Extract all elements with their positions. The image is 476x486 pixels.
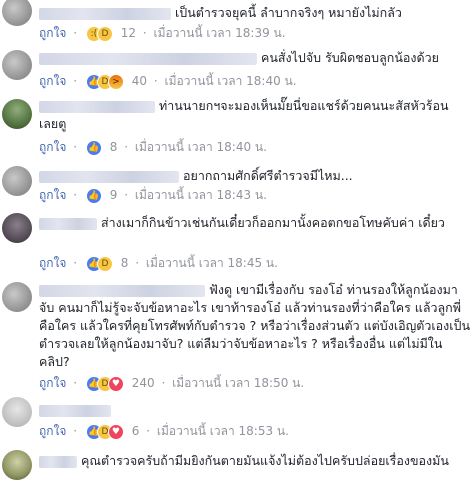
comment-body — [39, 401, 471, 419]
timestamp[interactable]: เมื่อวานนี้ เวลา 18:40 น. — [135, 140, 267, 154]
reactions[interactable]: 👍 D ♥ — [85, 424, 124, 440]
commenter-name-blurred[interactable] — [39, 170, 179, 183]
avatar[interactable] — [2, 99, 32, 129]
commenter-name-blurred[interactable] — [39, 7, 171, 20]
comment-body: ท่านนายกฯจะมองเห็นมั๊ยนี่ขอแชร์ด้วยคนนะส… — [39, 97, 471, 133]
like-link[interactable]: ถูกใจ — [39, 26, 66, 40]
reactions[interactable]: 👍 — [85, 188, 102, 204]
timestamp[interactable]: เมื่อวานนี้ เวลา 18:50 น. — [172, 376, 304, 390]
separator: · — [146, 424, 151, 438]
reaction-count[interactable]: 9 — [110, 188, 118, 202]
reaction-count[interactable]: 8 — [110, 140, 118, 154]
comment-body: อยากถามศักดิ์ศรีตำรวจมีไหม... — [39, 167, 471, 185]
like-link[interactable]: ถูกใจ — [39, 424, 66, 438]
separator: · — [124, 140, 129, 154]
like-link[interactable]: ถูกใจ — [39, 376, 66, 390]
timestamp[interactable]: เมื่อวานนี้ เวลา 18:39 น. — [154, 26, 286, 40]
comment-meta: ถูกใจ · 👍 D > 40 · เมื่อวานนี้ เวลา 18:40 … — [39, 73, 297, 90]
haha-icon: D — [96, 26, 113, 42]
timestamp[interactable]: เมื่อวานนี้ เวลา 18:45 น. — [146, 256, 278, 270]
separator: · — [135, 256, 140, 270]
commenter-name-blurred[interactable] — [39, 52, 257, 65]
reaction-count[interactable]: 12 — [121, 26, 136, 40]
reactions[interactable]: 👍 D > — [85, 74, 124, 90]
like-link[interactable]: ถูกใจ — [39, 256, 66, 270]
comment-text: คนสั่งไปจับ รับผิดชอบลูกน้องด้วย — [261, 50, 439, 65]
comment-meta: ถูกใจ · 👍 D ♥ 6 · เมื่อวานนี้ เวลา 18:53 น… — [39, 423, 289, 440]
love-icon: ♥ — [107, 424, 124, 440]
like-link[interactable]: ถูกใจ — [39, 74, 66, 88]
separator: · — [73, 74, 78, 88]
separator: · — [73, 424, 78, 438]
timestamp[interactable]: เมื่อวานนี้ เวลา 18:40 น. — [165, 74, 297, 88]
like-icon: 👍 — [85, 188, 102, 204]
separator: · — [73, 26, 78, 40]
comment-text: คุณตำรวจครับถ้ามีมยิงกันตายมันแจ้งไม่ต้อ… — [81, 453, 449, 468]
comment-body: เป็นตำรวจยุคนี้ ลำบากจริงๆ หมายังไม่กลัว — [39, 4, 471, 22]
commenter-name-blurred[interactable] — [39, 284, 205, 297]
comment-body: ส่างเมาก็กินข้าวเช่นกันเดี๋ยวก็ออกมานั้ง… — [39, 214, 471, 232]
avatar[interactable] — [2, 0, 32, 26]
separator: · — [73, 376, 78, 390]
reactions[interactable]: 👍 — [85, 140, 102, 156]
comment-text: ส่างเมาก็กินข้าวเช่นกันเดี๋ยวก็ออกมานั้ง… — [101, 215, 445, 230]
timestamp[interactable]: เมื่อวานนี้ เวลา 18:53 น. — [157, 424, 289, 438]
comment-meta: ถูกใจ · 👍 9 · เมื่อวานนี้ เวลา 18:43 น. — [39, 187, 267, 204]
haha-icon: D — [96, 256, 113, 272]
separator: · — [124, 188, 129, 202]
separator: · — [73, 140, 78, 154]
comment-body: คนสั่งไปจับ รับผิดชอบลูกน้องด้วย — [39, 49, 471, 67]
comment-meta: ถูกใจ · 👍 D 8 · เมื่อวานนี้ เวลา 18:45 น. — [39, 255, 278, 272]
avatar[interactable] — [2, 213, 32, 243]
avatar[interactable] — [2, 166, 32, 196]
commenter-name-blurred[interactable] — [39, 217, 97, 230]
comment-body: ฟังดู เขามีเรื่องกับ รองโอ๋ ท่านรองให้ลู… — [39, 281, 471, 371]
angry-icon: > — [107, 74, 124, 90]
love-icon: ♥ — [107, 376, 124, 392]
like-link[interactable]: ถูกใจ — [39, 188, 66, 202]
avatar[interactable] — [2, 397, 32, 427]
separator: · — [161, 376, 166, 390]
reactions[interactable]: 👍 D — [85, 256, 113, 272]
separator: · — [142, 26, 147, 40]
comment-meta: ถูกใจ · 👍 8 · เมื่อวานนี้ เวลา 18:40 น. — [39, 139, 267, 156]
reactions[interactable]: 👍 D ♥ — [85, 376, 124, 392]
separator: · — [73, 188, 78, 202]
commenter-name-blurred[interactable] — [39, 455, 77, 468]
commenter-name-blurred[interactable] — [39, 404, 111, 417]
reaction-count[interactable]: 40 — [132, 74, 147, 88]
reactions[interactable]: :(D — [85, 26, 113, 42]
avatar[interactable] — [2, 450, 32, 480]
avatar[interactable] — [2, 50, 32, 80]
separator: · — [153, 74, 158, 88]
reaction-count[interactable]: 240 — [132, 376, 155, 390]
reaction-count[interactable]: 6 — [132, 424, 140, 438]
commenter-name-blurred[interactable] — [39, 100, 155, 113]
comment-meta: ถูกใจ · 👍 D ♥ 240 · เมื่อวานนี้ เวลา 18:50… — [39, 375, 304, 392]
like-link[interactable]: ถูกใจ — [39, 140, 66, 154]
timestamp[interactable]: เมื่อวานนี้ เวลา 18:43 น. — [135, 188, 267, 202]
avatar[interactable] — [2, 282, 32, 312]
comment-body: คุณตำรวจครับถ้ามีมยิงกันตายมันแจ้งไม่ต้อ… — [39, 452, 471, 470]
comment-meta: ถูกใจ · :(D 12 · เมื่อวานนี้ เวลา 18:39 … — [39, 25, 286, 42]
like-icon: 👍 — [85, 140, 102, 156]
comment-text: อยากถามศักดิ์ศรีตำรวจมีไหม... — [183, 168, 353, 183]
reaction-count[interactable]: 8 — [121, 256, 129, 270]
comment-text: เป็นตำรวจยุคนี้ ลำบากจริงๆ หมายังไม่กลัว — [175, 5, 402, 20]
separator: · — [73, 256, 78, 270]
